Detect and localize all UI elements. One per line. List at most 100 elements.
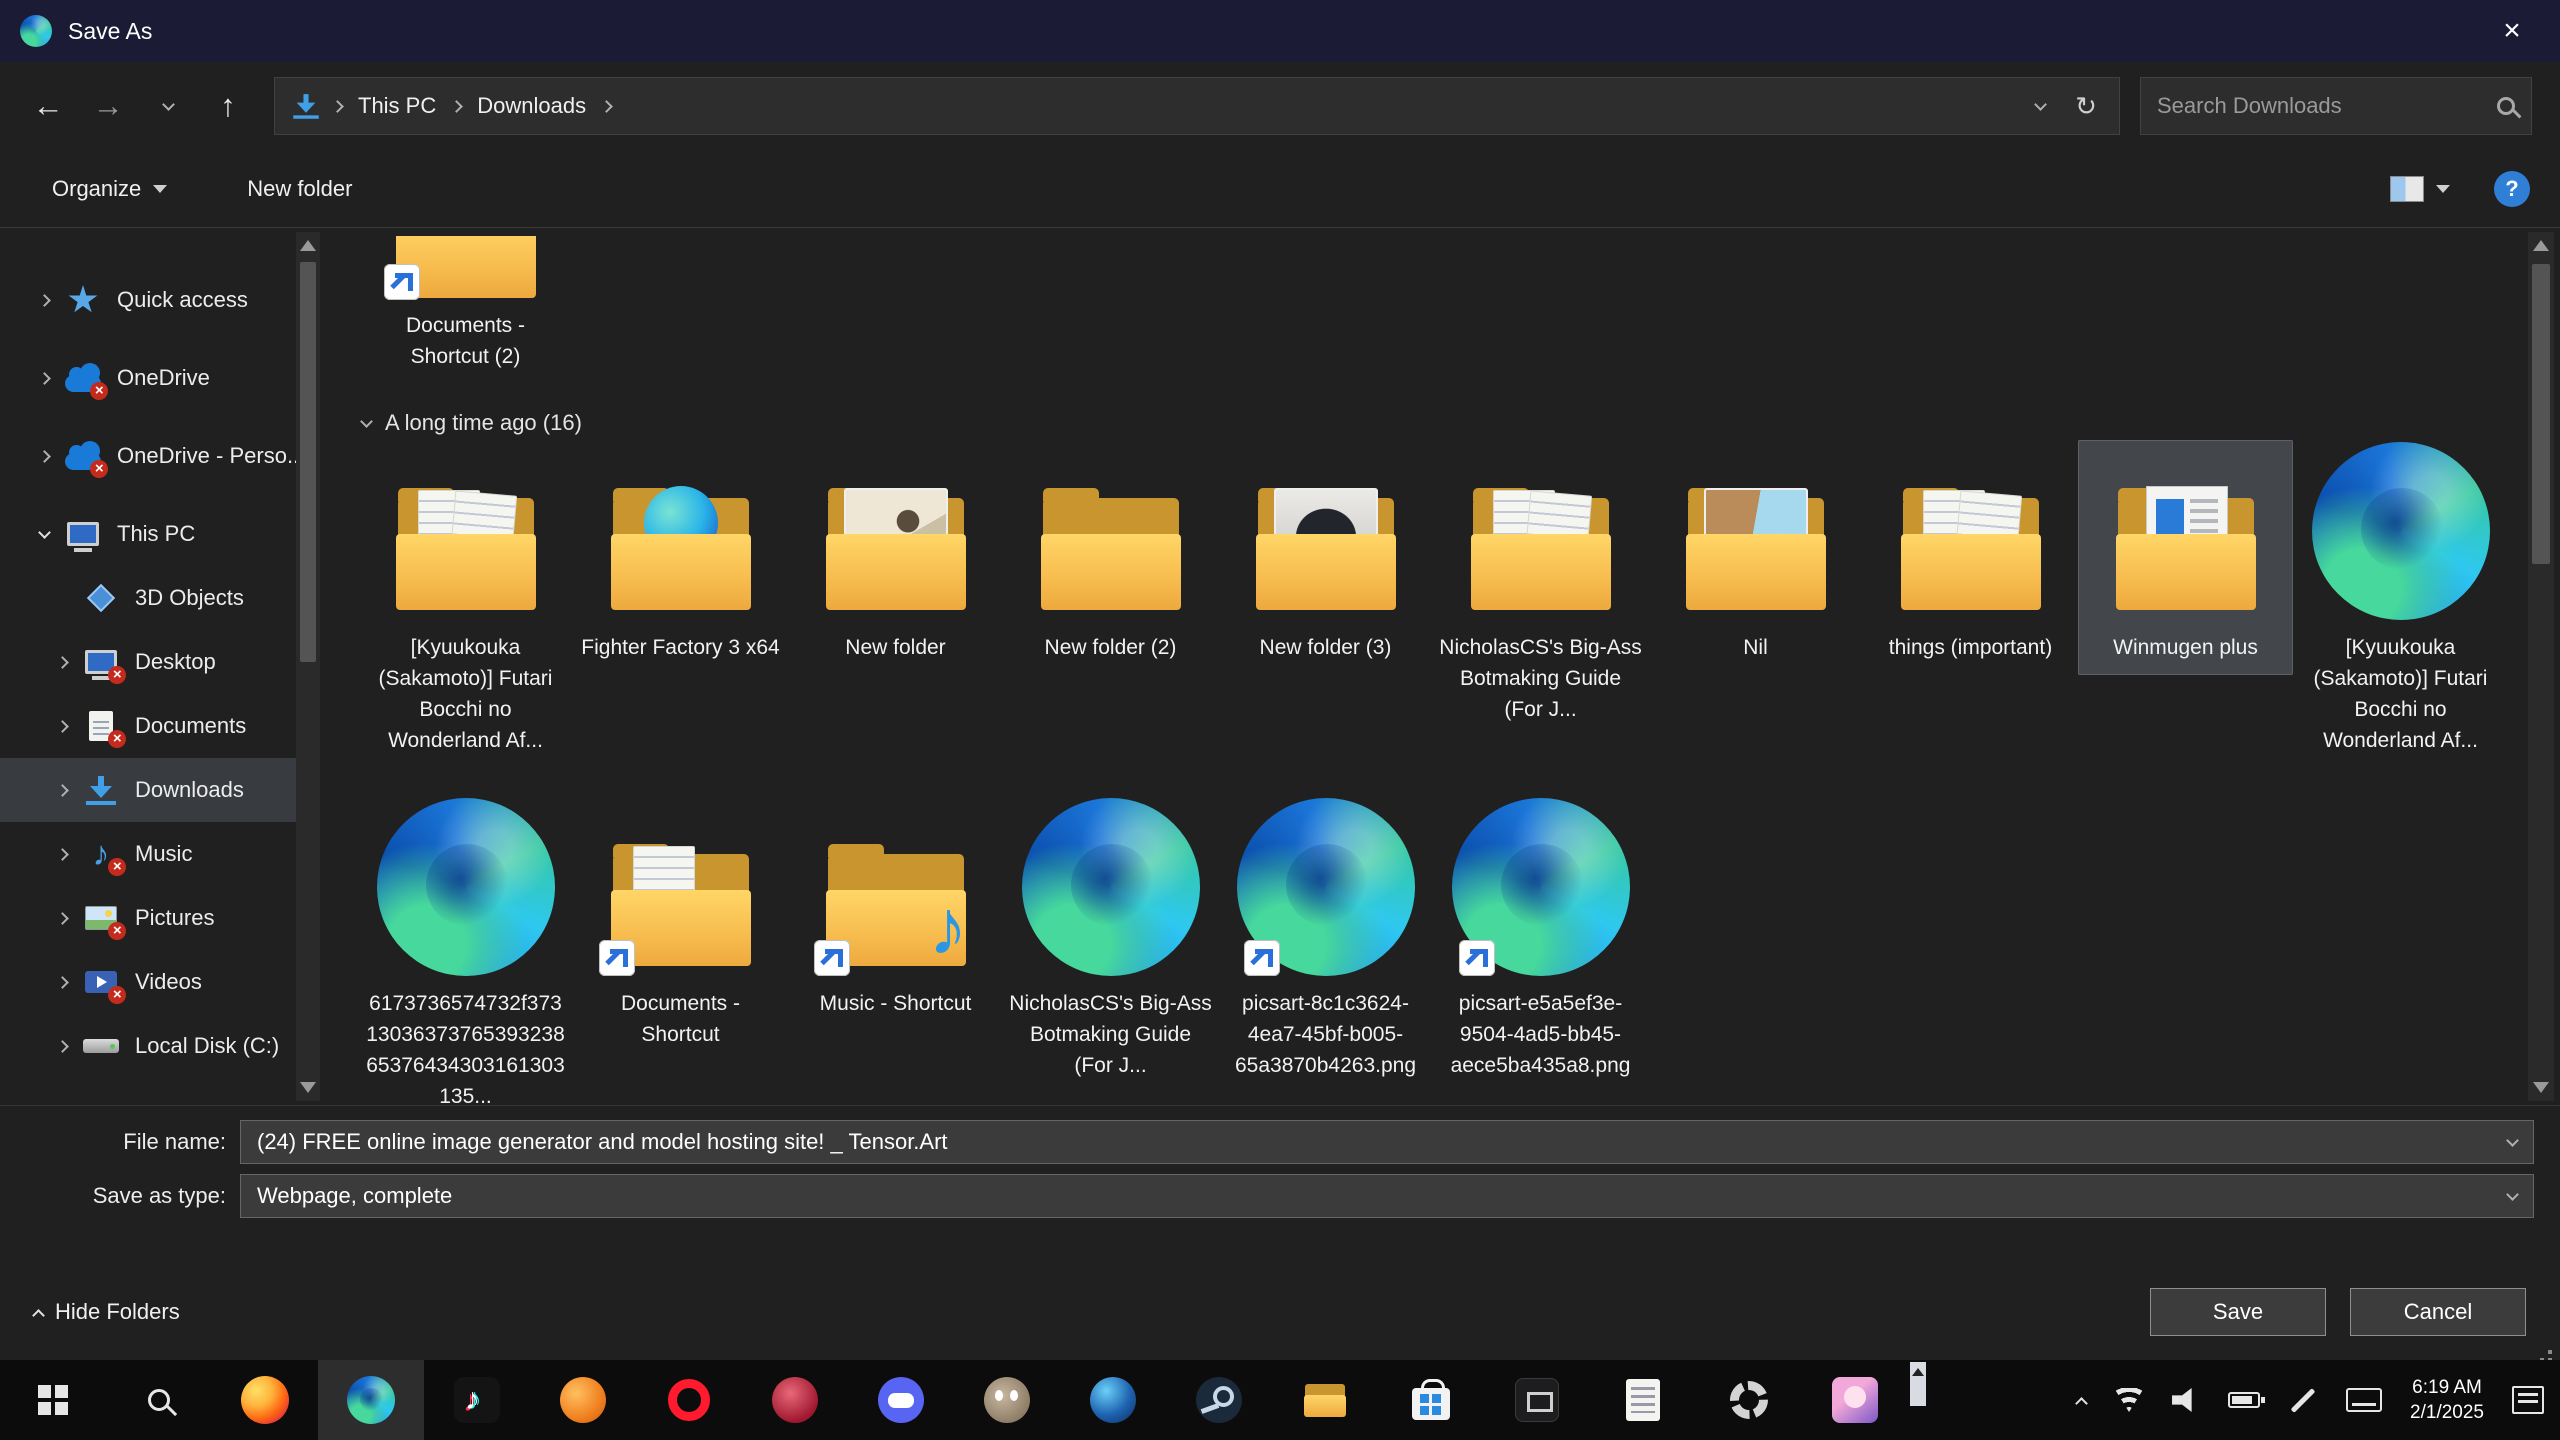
sidebar-item-videos[interactable]: Videos [0, 950, 296, 1014]
taskbar-app-steam[interactable] [1166, 1360, 1272, 1440]
sidebar-scrollbar[interactable] [296, 232, 320, 1101]
notifications-icon[interactable] [2512, 1386, 2544, 1414]
scroll-down-arrow[interactable] [300, 1082, 316, 1093]
taskbar-app-blue[interactable] [1060, 1360, 1166, 1440]
expand-chevron-icon[interactable] [56, 656, 69, 669]
file-tile[interactable]: Documents - Shortcut (2) [358, 228, 573, 384]
collapse-chevron-icon[interactable] [38, 526, 51, 539]
taskbar-app-orange[interactable] [530, 1360, 636, 1440]
address-bar[interactable]: This PC Downloads [274, 77, 2120, 135]
network-icon[interactable] [2114, 1388, 2144, 1412]
taskbar-search-button[interactable] [106, 1360, 212, 1440]
file-name-combobox[interactable] [240, 1120, 2534, 1164]
sidebar-item-this-pc[interactable]: This PC [0, 502, 296, 566]
scroll-up-arrow[interactable] [2533, 240, 2549, 251]
chevron-down-icon[interactable] [2506, 1188, 2519, 1201]
file-tile-selected[interactable]: Winmugen plus [2078, 440, 2293, 675]
up-button[interactable] [202, 80, 254, 132]
file-tile[interactable]: Music - Shortcut [788, 796, 1003, 1031]
start-button[interactable] [0, 1360, 106, 1440]
taskbar-app-tan[interactable] [954, 1360, 1060, 1440]
hide-folders-button[interactable]: Hide Folders [34, 1299, 180, 1325]
cancel-button[interactable]: Cancel [2350, 1288, 2526, 1336]
sidebar-item-pictures[interactable]: Pictures [0, 886, 296, 950]
titlebar[interactable]: Save As × [0, 0, 2560, 62]
sidebar-item-downloads[interactable]: Downloads [0, 758, 296, 822]
file-tile[interactable]: things (important) [1863, 440, 2078, 675]
breadcrumb-downloads[interactable]: Downloads [473, 93, 590, 119]
breadcrumb-chevron-icon[interactable] [600, 100, 613, 113]
view-options-button[interactable] [2390, 176, 2450, 202]
address-dropdown-button[interactable] [2017, 83, 2063, 129]
new-folder-button[interactable]: New folder [247, 176, 352, 202]
group-header[interactable]: A long time ago (16) [362, 410, 2516, 436]
search-box[interactable] [2140, 77, 2532, 135]
scrollbar-thumb[interactable] [2532, 264, 2550, 564]
battery-icon[interactable] [2228, 1392, 2260, 1408]
scrollbar-thumb[interactable] [300, 262, 316, 662]
taskbar-app-edge[interactable] [318, 1360, 424, 1440]
touch-keyboard-icon[interactable] [2346, 1388, 2382, 1412]
show-hidden-icons-chevron[interactable] [2075, 1397, 2088, 1410]
taskbar-app-discord[interactable] [848, 1360, 954, 1440]
taskbar-app-red[interactable] [742, 1360, 848, 1440]
file-tile[interactable]: picsart-8c1c3624-4ea7-45bf-b005-65a3870b… [1218, 796, 1433, 1093]
forward-button[interactable] [82, 80, 134, 132]
scroll-down-arrow[interactable] [2533, 1082, 2549, 1093]
taskbar-app-tiktok[interactable] [424, 1360, 530, 1440]
expand-chevron-icon[interactable] [56, 976, 69, 989]
taskbar-overflow-scrollbar[interactable] [1908, 1360, 1928, 1440]
recent-locations-button[interactable] [142, 80, 194, 132]
expand-chevron-icon[interactable] [56, 784, 69, 797]
collapse-chevron-icon[interactable] [360, 415, 373, 428]
organize-button[interactable]: Organize [52, 176, 167, 202]
taskbar-app-store[interactable] [1378, 1360, 1484, 1440]
file-tile[interactable]: [Kyuukouka (Sakamoto)] Futari Bocchi no … [2293, 440, 2508, 768]
file-tile[interactable]: NicholasCS's Big-Ass Botmaking Guide (Fo… [1433, 440, 1648, 737]
volume-icon[interactable] [2172, 1387, 2200, 1413]
taskbar-app-dark[interactable] [1484, 1360, 1590, 1440]
save-button[interactable]: Save [2150, 1288, 2326, 1336]
sidebar-item-quick-access[interactable]: Quick access [0, 268, 296, 332]
taskbar-app-notepad[interactable] [1590, 1360, 1696, 1440]
back-button[interactable] [22, 80, 74, 132]
taskbar-app-settings[interactable] [1696, 1360, 1802, 1440]
file-tile[interactable]: Documents - Shortcut [573, 796, 788, 1062]
refresh-button[interactable] [2063, 83, 2109, 129]
close-button[interactable]: × [2464, 0, 2560, 62]
file-name-input[interactable] [257, 1129, 2498, 1155]
pen-icon[interactable] [2291, 1388, 2316, 1413]
file-tile[interactable]: New folder (2) [1003, 440, 1218, 675]
help-button[interactable]: ? [2494, 171, 2530, 207]
expand-chevron-icon[interactable] [56, 848, 69, 861]
taskbar-app-file-explorer[interactable] [1272, 1360, 1378, 1440]
file-tile[interactable]: picsart-e5a5ef3e-9504-4ad5-bb45-aece5ba4… [1433, 796, 1648, 1093]
taskbar-clock[interactable]: 6:19 AM 2/1/2025 [2410, 1375, 2484, 1425]
breadcrumb-this-pc[interactable]: This PC [354, 93, 440, 119]
sidebar-item-local-disk-c[interactable]: Local Disk (C:) [0, 1014, 296, 1078]
expand-chevron-icon[interactable] [38, 450, 51, 463]
file-tile[interactable]: [Kyuukouka (Sakamoto)] Futari Bocchi no … [358, 440, 573, 768]
sidebar-item-onedrive[interactable]: OneDrive [0, 346, 296, 410]
resize-grip[interactable] [2548, 1350, 2552, 1354]
file-tile[interactable]: NicholasCS's Big-Ass Botmaking Guide (Fo… [1003, 796, 1218, 1093]
sidebar-item-onedrive-personal[interactable]: OneDrive - Perso... [0, 424, 296, 488]
breadcrumb-chevron-icon[interactable] [331, 100, 344, 113]
taskbar-app-firefox[interactable] [212, 1360, 318, 1440]
search-icon[interactable] [2497, 97, 2515, 115]
save-type-select[interactable]: Webpage, complete [240, 1174, 2534, 1218]
search-input[interactable] [2157, 93, 2497, 119]
file-list[interactable]: Documents - Shortcut (2) A long time ago… [320, 228, 2528, 1105]
sidebar-item-documents[interactable]: Documents [0, 694, 296, 758]
scroll-up-arrow[interactable] [300, 240, 316, 251]
file-tile[interactable]: Nil [1648, 440, 1863, 675]
taskbar-app-opera[interactable] [636, 1360, 742, 1440]
scrollbar-thumb[interactable] [1910, 1362, 1926, 1406]
sidebar-item-music[interactable]: Music [0, 822, 296, 886]
file-tile[interactable]: New folder [788, 440, 1003, 675]
file-tile[interactable]: 6173736574732f37313036373765393238653764… [358, 796, 573, 1105]
expand-chevron-icon[interactable] [56, 720, 69, 733]
expand-chevron-icon[interactable] [56, 912, 69, 925]
expand-chevron-icon[interactable] [38, 372, 51, 385]
chevron-down-icon[interactable] [2506, 1134, 2519, 1147]
